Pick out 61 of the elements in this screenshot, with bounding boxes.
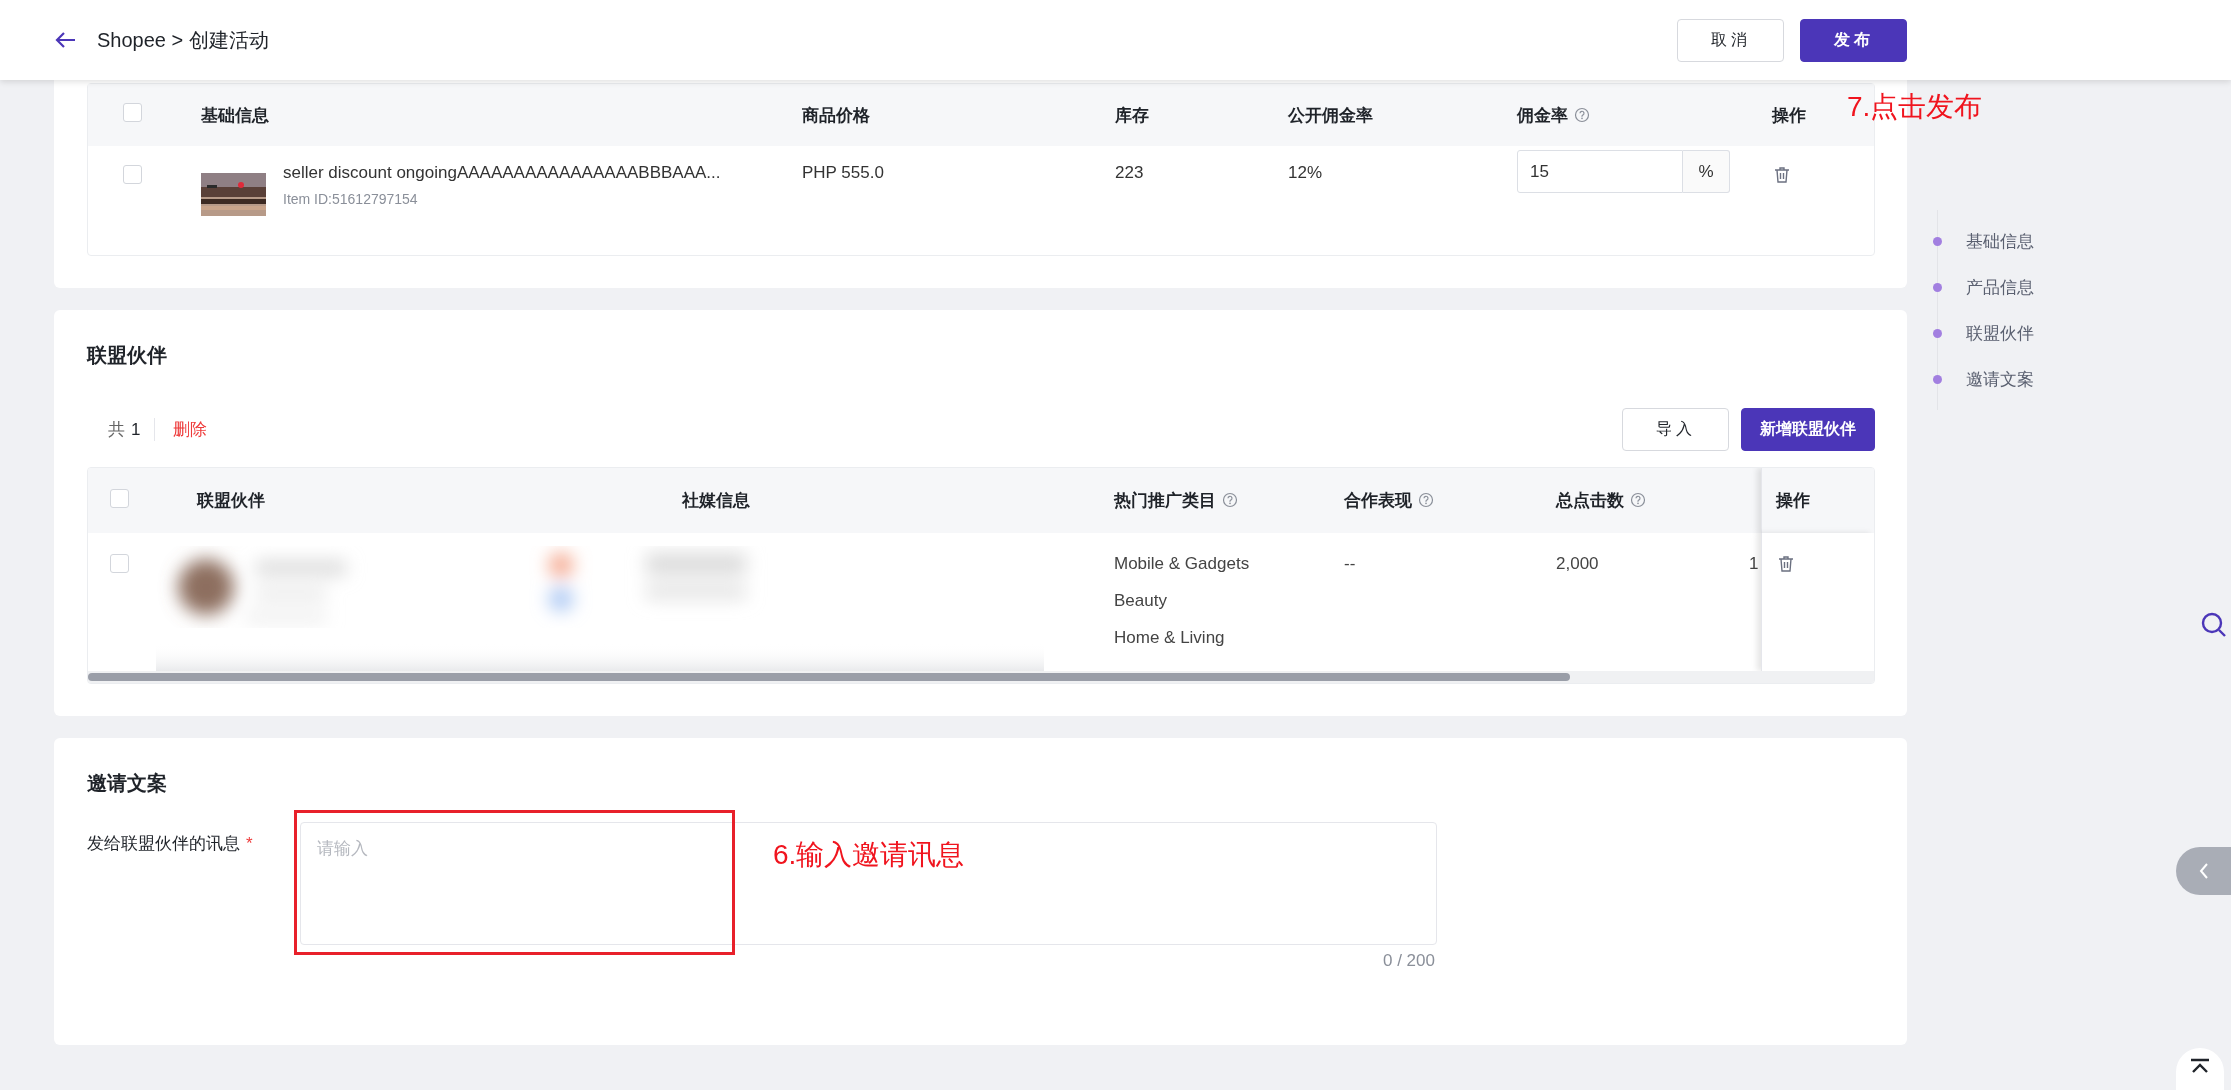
column-header: 操作 [1776, 490, 1810, 512]
timeline-dot [1933, 374, 1942, 384]
column-header: 库存 [1115, 105, 1149, 125]
trash-icon[interactable] [1772, 165, 1792, 185]
column-header: 总点击数 [1556, 491, 1624, 510]
required-mark: * [246, 834, 253, 853]
button[interactable]: 导入 [1622, 408, 1729, 451]
delete-link[interactable]: 删除 [173, 418, 1622, 441]
collapse-tab[interactable] [2176, 847, 2231, 895]
button[interactable]: 发布 [1800, 18, 1907, 62]
timeline-dot [1933, 328, 1942, 338]
column-header: 基础信息 [201, 105, 269, 125]
annotation-text: 6.输入邀请讯息 [773, 838, 965, 872]
category-text: Home & Living [1114, 628, 1226, 648]
checkbox[interactable] [123, 103, 142, 122]
checkbox[interactable] [110, 554, 129, 573]
page-title: Shopee > 创建活动 [97, 27, 270, 53]
nav-link[interactable]: 基础信息 [1966, 229, 2034, 253]
back-to-top-icon [2189, 1058, 2211, 1074]
table-cell: 2,000 [1556, 554, 1599, 573]
annotation-text: 7.点击发布 [1847, 90, 1983, 124]
section-title: 邀请文案 [87, 771, 168, 796]
column-header: 社媒信息 [682, 491, 750, 510]
unit-label: % [1683, 150, 1730, 193]
nav-link[interactable]: 邀请文案 [1966, 367, 2034, 391]
field-label: 发给联盟伙伴的讯息 [87, 834, 240, 853]
category-text: Beauty [1114, 591, 1168, 611]
column-header: 联盟伙伴 [197, 491, 265, 510]
timeline-dot [1933, 282, 1942, 292]
button[interactable]: 新增联盟伙伴 [1741, 408, 1875, 451]
category-text: Mobile & Gadgets [1114, 554, 1251, 574]
item-id: Item ID:51612797154 [283, 191, 419, 207]
trash-icon[interactable] [1776, 554, 1796, 574]
column-header: 商品价格 [802, 105, 870, 125]
column-header: 公开佣金率 [1288, 105, 1373, 125]
checkbox[interactable] [123, 165, 142, 184]
help-icon [1574, 106, 1590, 123]
help-icon [1630, 492, 1646, 508]
total-count: 共 1 [87, 418, 156, 441]
table-cell: -- [1344, 554, 1356, 573]
timeline-dot [1933, 236, 1942, 246]
column-header: 热门推广类目 [1114, 491, 1216, 510]
column-header: 合作表现 [1344, 491, 1412, 510]
scrollbar-thumb[interactable] [88, 673, 1571, 681]
rate-input[interactable]: 15 [1517, 150, 1683, 193]
character-counter: 0 / 200 [1382, 951, 1435, 971]
nav-link[interactable]: 产品信息 [1966, 275, 2034, 299]
help-icon [1222, 492, 1238, 508]
table-cell: 1 [1749, 554, 1759, 573]
button[interactable]: 取消 [1677, 18, 1784, 62]
section-title: 联盟伙伴 [87, 343, 168, 368]
column-header: 操作 [1772, 105, 1806, 125]
product-name: seller discount ongoingAAAAAAAAAAAAAAAABBBAAA... [283, 163, 721, 183]
table-cell: 12% [1288, 163, 1323, 182]
nav-link[interactable]: 联盟伙伴 [1966, 321, 2034, 345]
table-cell: PHP 555.0 [802, 163, 884, 182]
checkbox[interactable] [110, 488, 129, 508]
column-header: 佣金率 [1517, 105, 1568, 125]
table-cell: 223 [1115, 163, 1144, 182]
back-to-top-button[interactable] [2176, 1048, 2224, 1090]
help-icon [1418, 492, 1434, 508]
